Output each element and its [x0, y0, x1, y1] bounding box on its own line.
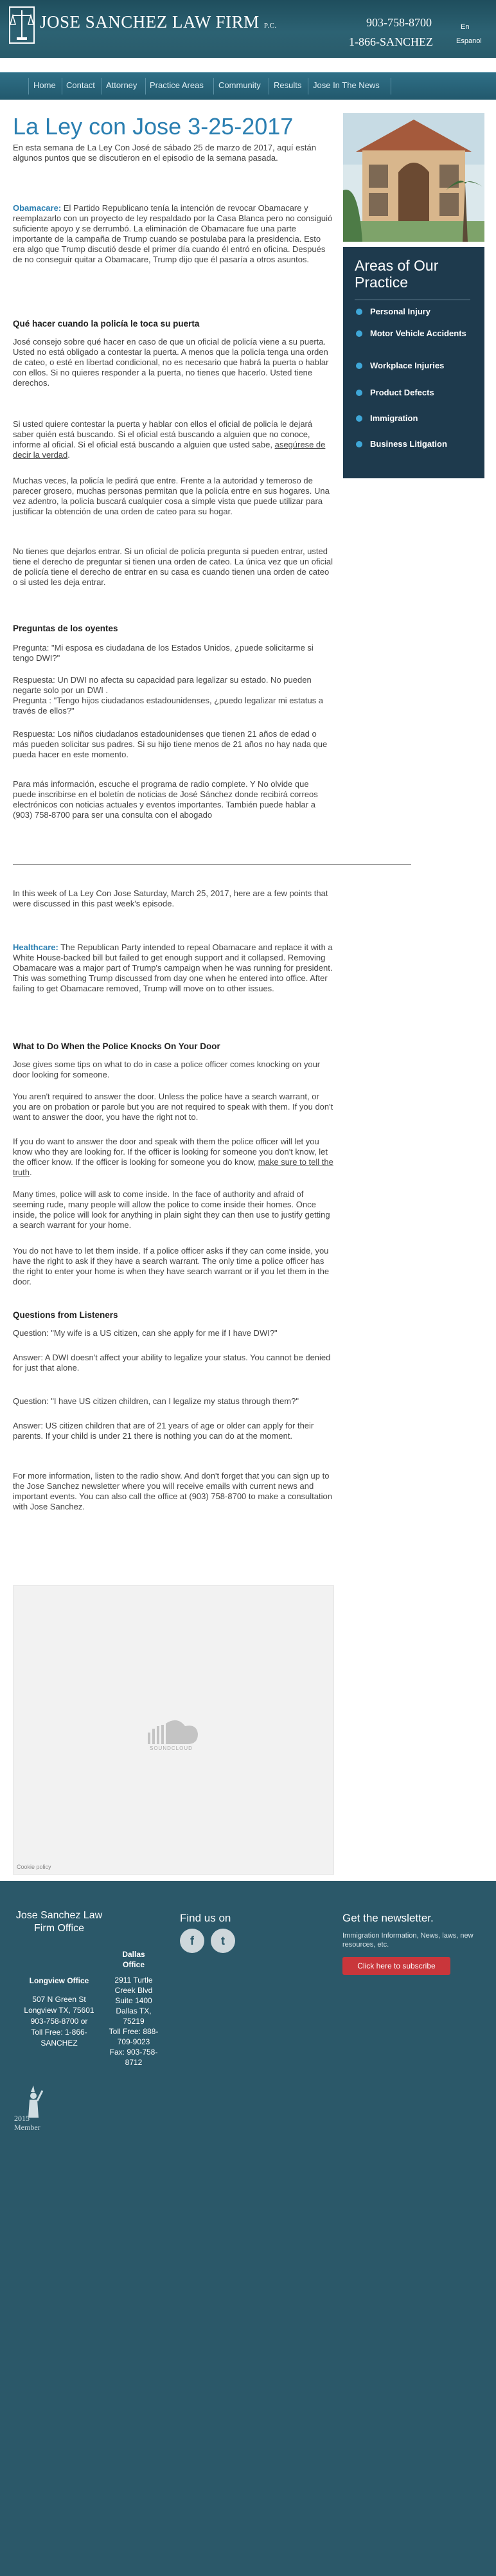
answer-1-en: Answer: A DWI doesn't affect your abilit… — [13, 1353, 331, 1373]
nav-community[interactable]: Community — [218, 80, 261, 90]
questions-heading-en: Questions from Listeners — [13, 1310, 118, 1320]
practice-product-defects[interactable]: Product Defects — [370, 388, 479, 397]
phone-primary[interactable]: 903-758-8700 — [366, 16, 432, 30]
question-1-es: Pregunta: "Mi esposa es ciudadana de los… — [13, 643, 314, 663]
bullet-icon — [356, 309, 362, 315]
practice-motor-vehicle-accidents[interactable]: Motor Vehicle Accidents — [370, 329, 479, 338]
practice-business-litigation[interactable]: Business Litigation — [370, 439, 479, 449]
answer-2-es: Respuesta: Los niños ciudadanos estadoun… — [13, 729, 328, 759]
find-us-heading: Find us on — [180, 1912, 231, 1924]
language-english-link[interactable]: En — [461, 23, 469, 31]
questions-heading-es: Preguntas de los oyentes — [13, 624, 118, 633]
bullet-icon — [356, 415, 362, 422]
practice-areas-panel: Areas of Our Practice Personal Injury Mo… — [343, 247, 484, 478]
site-footer — [0, 1881, 496, 2576]
police-p1-es: José consejo sobre qué hacer en caso de … — [13, 337, 329, 388]
scales-of-justice-logo-icon[interactable] — [8, 5, 36, 45]
healthcare-text: The Republican Party intended to repeal … — [13, 942, 333, 993]
healthcare-paragraph: Healthcare: The Republican Party intende… — [13, 942, 334, 994]
nav-separator — [28, 78, 29, 95]
police-p4-es: No tienes que dejarlos entrar. Si un ofi… — [13, 546, 333, 587]
badge-member: Member — [14, 2123, 40, 2132]
language-spanish-link[interactable]: Espanol — [456, 37, 482, 45]
language-divider — [13, 864, 411, 865]
twitter-icon[interactable]: t — [211, 1929, 235, 1953]
obamacare-label: Obamacare: — [13, 203, 62, 213]
obamacare-text: El Partido Republicano tenía la intenció… — [13, 203, 333, 264]
longview-office-address: 507 N Green St Longview TX, 75601 903-75… — [24, 1995, 94, 2048]
bullet-icon — [356, 390, 362, 396]
intro-es: En esta semana de La Ley Con José de sáb… — [13, 143, 316, 163]
main-nav: Home Contact Attorney Practice Areas Com… — [0, 72, 496, 100]
police-p2-en: You aren't required to answer the door. … — [13, 1092, 333, 1122]
practice-areas-title: Areas of Our Practice — [355, 257, 439, 291]
nav-results[interactable]: Results — [274, 80, 301, 90]
nav-separator — [213, 78, 214, 95]
police-p4-en: Many times, police will ask to come insi… — [13, 1189, 330, 1230]
nav-jose-in-the-news[interactable]: Jose In The News — [313, 80, 380, 90]
nav-attorney[interactable]: Attorney — [106, 80, 137, 90]
police-p3-en: If you do want to answer the door and sp… — [13, 1137, 333, 1177]
longview-office-label: Longview Office — [29, 1976, 89, 1985]
question-1-en: Question: "My wife is a US citizen, can … — [13, 1328, 278, 1338]
healthcare-label: Healthcare: — [13, 942, 58, 952]
footer-firm-name: Jose Sanchez Law Firm Office — [15, 1910, 103, 1934]
answer-2-en: Answer: US citizen children that are of … — [13, 1421, 314, 1441]
site-header: JOSE SANCHEZ LAW FIRM P.C. 903-758-8700 … — [0, 0, 496, 100]
cookie-policy-link[interactable]: Cookie policy — [17, 1864, 51, 1870]
phone-secondary[interactable]: 1-866-SANCHEZ — [349, 35, 433, 49]
nav-practice-areas[interactable]: Practice Areas — [150, 80, 204, 90]
police-p2-es: Si usted quiere contestar la puerta y ha… — [13, 419, 326, 460]
soundcloud-wordmark: SOUNDCLOUD — [150, 1745, 193, 1751]
facebook-icon[interactable]: f — [180, 1929, 204, 1953]
more-info-es: Para más información, escuche el program… — [13, 779, 318, 820]
firm-suffix: P.C. — [263, 22, 277, 30]
page-title: La Ley con Jose 3-25-2017 — [13, 113, 294, 140]
police-p3-es: Muchas veces, la policía le pedirá que e… — [13, 476, 330, 516]
more-info-en: For more information, listen to the radi… — [13, 1471, 332, 1511]
dallas-office-label: Dallas Office — [122, 1950, 145, 1969]
police-heading-en: What to Do When the Police Knocks On You… — [13, 1041, 220, 1051]
nav-separator — [145, 78, 146, 95]
newsletter-description: Immigration Information, News, laws, new… — [342, 1932, 474, 1949]
badge-year: 2015 — [14, 2114, 30, 2123]
subscribe-button[interactable]: Click here to subscribe — [342, 1957, 450, 1975]
answer-1-es: Respuesta: Un DWI no afecta su capacidad… — [13, 675, 324, 716]
intro-en: In this week of La Ley Con Jose Saturday… — [13, 888, 328, 908]
obamacare-paragraph: Obamacare: El Partido Republicano tenía … — [13, 203, 334, 265]
practice-workplace-injuries[interactable]: Workplace Injuries — [370, 361, 479, 370]
bullet-icon — [356, 330, 362, 337]
police-p1-en: Jose gives some tips on what to do in ca… — [13, 1059, 321, 1079]
question-2-en: Question: "I have US citizen children, c… — [13, 1396, 299, 1406]
police-heading-es: Qué hacer cuando la policía le toca su p… — [13, 319, 200, 329]
firm-name[interactable]: JOSE SANCHEZ LAW FIRM P.C. — [40, 12, 277, 32]
dallas-office-address: 2911 Turtle Creek Blvd Suite 1400 Dallas… — [109, 1976, 159, 2067]
practice-immigration[interactable]: Immigration — [370, 413, 479, 423]
practice-personal-injury[interactable]: Personal Injury — [370, 307, 479, 316]
nav-home[interactable]: Home — [33, 80, 56, 90]
bullet-icon — [356, 363, 362, 369]
nav-contact[interactable]: Contact — [66, 80, 95, 90]
office-building-photo — [343, 113, 484, 242]
newsletter-heading: Get the newsletter. — [342, 1912, 434, 1924]
bullet-icon — [356, 441, 362, 447]
soundcloud-embed[interactable]: SOUNDCLOUD Cookie policy — [13, 1585, 334, 1875]
police-p5-en: You do not have to let them inside. If a… — [13, 1246, 330, 1286]
